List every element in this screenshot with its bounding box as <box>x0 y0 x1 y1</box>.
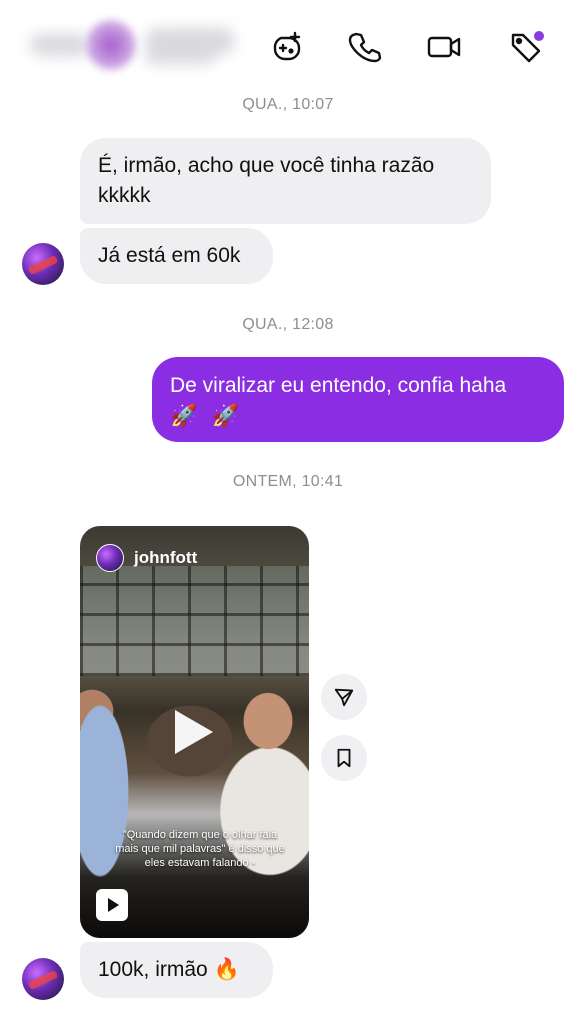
share-button[interactable] <box>321 674 367 720</box>
shared-reel[interactable]: johnfott "Quando dizem que o olhar fala … <box>80 526 309 938</box>
reel-background <box>80 566 309 676</box>
chat-header <box>0 0 576 100</box>
reel-author-name: johnfott <box>134 548 198 567</box>
sent-message-text: De viralizar eu entendo, confia haha <box>170 374 507 397</box>
reels-icon <box>96 889 128 921</box>
bookmark-icon <box>337 748 351 768</box>
received-message[interactable]: Já está em 60k <box>80 228 273 284</box>
reel-author-avatar <box>96 544 124 572</box>
add-game-icon[interactable] <box>267 27 307 67</box>
save-button[interactable] <box>321 735 367 781</box>
video-camera-icon[interactable] <box>424 27 464 67</box>
received-message[interactable]: 100k, irmão 🔥 <box>80 942 273 998</box>
play-icon[interactable] <box>175 710 213 754</box>
phone-icon[interactable] <box>344 27 384 67</box>
timestamp: QUA., 10:07 <box>242 96 334 113</box>
reel-author[interactable]: johnfott <box>96 544 197 572</box>
sender-avatar[interactable] <box>22 243 64 285</box>
sent-message-emoji: 🚀 🚀 <box>170 403 243 428</box>
sender-avatar[interactable] <box>22 958 64 1000</box>
send-icon <box>334 688 354 707</box>
sent-message[interactable]: De viralizar eu entendo, confia haha 🚀 🚀 <box>152 357 564 442</box>
timestamp: QUA., 12:08 <box>242 316 334 333</box>
notification-dot <box>534 31 544 41</box>
timestamp: ONTEM, 10:41 <box>232 473 344 490</box>
received-message[interactable]: É, irmão, acho que você tinha razão kkkk… <box>80 138 491 224</box>
reel-caption: "Quando dizem que o olhar fala mais que … <box>115 829 285 869</box>
tag-icon[interactable] <box>506 27 546 67</box>
contact-avatar[interactable] <box>86 20 136 70</box>
